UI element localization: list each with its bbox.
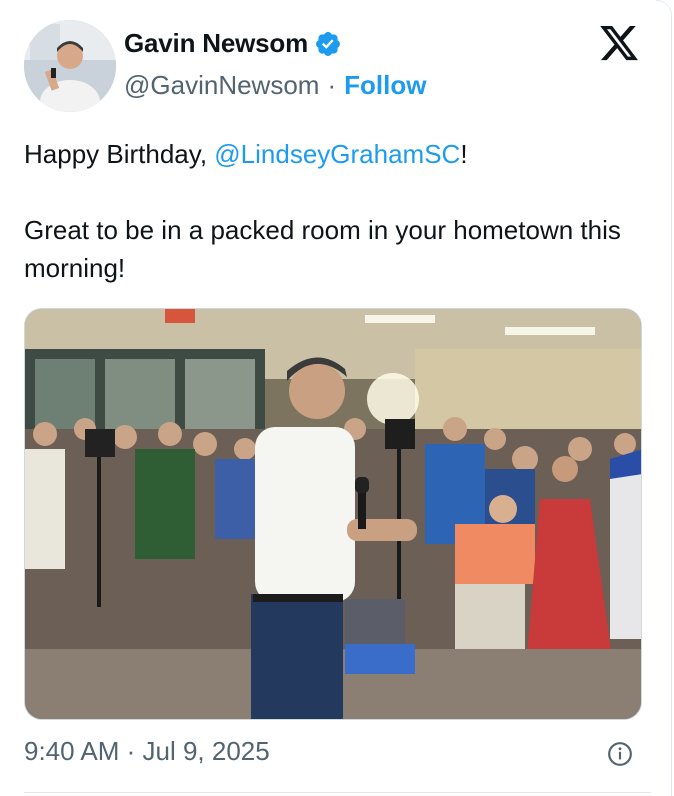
tweet-line-2: Great to be in a packed room in your hom… [24,215,621,283]
author-row: Gavin Newsom [124,28,342,59]
follow-button[interactable]: Follow [344,70,426,101]
divider [24,792,651,793]
handle-row: @GavinNewsom · Follow [124,70,426,101]
tweet-text: Happy Birthday, @LindseyGrahamSC! Great … [24,135,644,287]
avatar[interactable] [24,20,116,112]
mention-link[interactable]: @LindseyGrahamSC [214,139,460,169]
tweet-line-1: Happy Birthday, @LindseyGrahamSC! [24,135,644,173]
tweet-photo[interactable] [24,308,642,720]
tweet-line-1-prefix: Happy Birthday, [24,139,215,169]
x-logo-icon[interactable] [597,22,641,64]
info-icon[interactable] [607,741,633,767]
author-handle[interactable]: @GavinNewsom [124,70,319,101]
tweet-card: Gavin Newsom @GavinNewsom · Follow Happy… [0,0,672,796]
tweet-line-1-suffix: ! [460,139,468,169]
event-photo [25,309,641,719]
author-name[interactable]: Gavin Newsom [124,28,308,59]
timestamp[interactable]: 9:40 AM · Jul 9, 2025 [24,736,270,767]
verified-badge-icon [316,31,340,56]
separator-dot: · [327,70,337,100]
avatar-image [24,20,116,112]
